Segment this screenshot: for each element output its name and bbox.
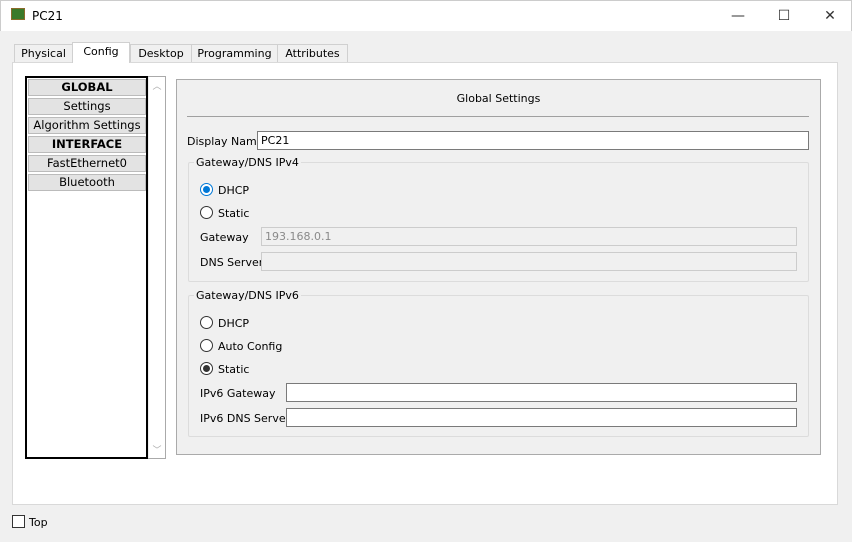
maximize-button[interactable]: ☐ [761,1,807,31]
ipv6-dhcp-radio[interactable] [200,316,213,329]
top-checkbox[interactable] [12,515,25,528]
tab-programming[interactable]: Programming [191,44,278,63]
ipv4-static-radio[interactable] [200,206,213,219]
ipv6-static-radio[interactable] [200,362,213,375]
ipv4-dhcp-label[interactable]: DHCP [218,184,249,197]
ipv6-auto-config-label[interactable]: Auto Config [218,340,282,353]
tab-physical[interactable]: Physical [14,44,73,63]
ipv6-gateway-label: IPv6 Gateway [200,387,276,400]
ipv4-dhcp-radio[interactable] [200,183,213,196]
sidebar-scrollbar[interactable]: ︿ ﹀ [148,77,165,458]
divider [187,116,809,117]
tab-attributes[interactable]: Attributes [277,44,348,63]
dns-server-input[interactable] [261,252,797,271]
ipv6-dhcp-label[interactable]: DHCP [218,317,249,330]
sidebar-item-bluetooth[interactable]: Bluetooth [28,174,146,191]
ipv6-group-title: Gateway/DNS IPv6 [194,289,301,302]
sidebar-item-settings[interactable]: Settings [28,98,146,115]
gateway-input[interactable]: 193.168.0.1 [261,227,797,246]
tab-config[interactable]: Config [72,42,130,63]
sidebar-header-interface: INTERFACE [28,136,146,153]
window-title: PC21 [32,9,63,23]
sidebar-header-global: GLOBAL [28,79,146,96]
top-label[interactable]: Top [29,516,48,529]
panel-title: Global Settings [456,92,541,105]
scroll-up-icon[interactable]: ︿ [149,79,165,92]
app-icon [11,8,25,20]
display-name-label: Display Name [187,135,264,148]
ipv6-auto-config-radio[interactable] [200,339,213,352]
tab-desktop[interactable]: Desktop [130,44,192,63]
ipv6-static-label[interactable]: Static [218,363,249,376]
close-button[interactable]: ✕ [807,1,852,31]
ipv6-gateway-input[interactable] [286,383,797,402]
title-bar: PC21 — ☐ ✕ [0,0,852,31]
sidebar-item-fastethernet0[interactable]: FastEthernet0 [28,155,146,172]
ipv6-dns-server-label: IPv6 DNS Server [200,412,291,425]
ipv4-static-label[interactable]: Static [218,207,249,220]
ipv4-group-title: Gateway/DNS IPv4 [194,156,301,169]
scroll-down-icon[interactable]: ﹀ [149,443,165,456]
minimize-button[interactable]: — [715,1,761,31]
gateway-label: Gateway [200,231,249,244]
dns-server-label: DNS Server [200,256,264,269]
display-name-input[interactable]: PC21 [257,131,809,150]
ipv6-dns-server-input[interactable] [286,408,797,427]
sidebar-item-algorithm-settings[interactable]: Algorithm Settings [28,117,146,134]
